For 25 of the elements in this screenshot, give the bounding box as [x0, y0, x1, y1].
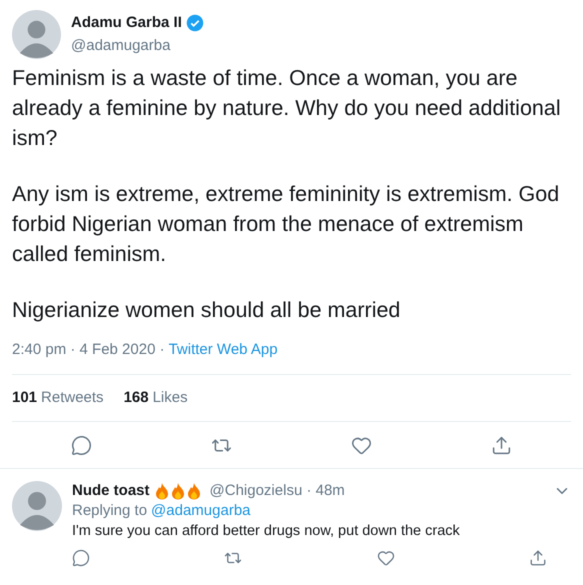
reply-author-name[interactable]: Nude toast [72, 481, 150, 501]
tweet-text: Any ism is extreme, extreme femininity is extremism. God forbid Nigerian woman from the menace of extremism called feminism. [12, 181, 560, 268]
fire-icon [154, 482, 170, 500]
reply-icon[interactable] [71, 435, 92, 456]
reply-text: I'm sure you can afford better drugs now, put down the crack [72, 522, 461, 541]
share-icon[interactable] [490, 435, 512, 456]
like-icon[interactable] [350, 435, 372, 456]
tweet-text: Feminism is a waste of time. Once a woman, you are already a feminine by nature. Why do you need additional ism? [12, 65, 562, 152]
author-handle[interactable]: @adamugarba [71, 34, 204, 57]
stat-link[interactable]: 101 Retweets [12, 386, 104, 409]
tweet-text: Nigerianize women should all be married [12, 297, 402, 324]
reply-icon[interactable] [72, 549, 90, 567]
source-link[interactable]: Twitter Web App [168, 339, 278, 362]
avatar[interactable] [12, 481, 62, 531]
replying-label: Replying to [72, 501, 148, 521]
tweet-timestamp[interactable]: 2:40 pm · 4 Feb 2020 · [12, 339, 165, 362]
author-name[interactable]: Adamu Garba II [71, 12, 182, 34]
mention-link[interactable]: @adamugarba [151, 501, 251, 521]
share-icon[interactable] [528, 549, 547, 567]
like-icon[interactable] [376, 549, 395, 567]
fire-icon [170, 482, 186, 500]
fire-icon [186, 482, 202, 500]
stat-link[interactable]: 168 Likes [124, 386, 188, 409]
reply-handle-time[interactable]: @Chigozielsu · 48m [210, 481, 345, 501]
avatar[interactable] [12, 10, 61, 59]
